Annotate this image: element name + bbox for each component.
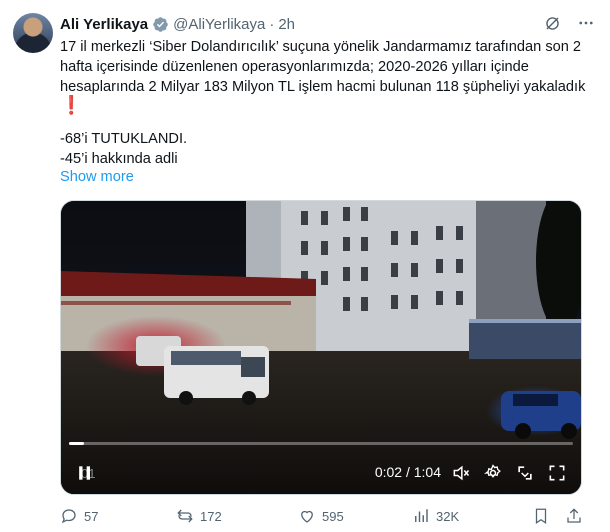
repost-button[interactable]: 172 [176, 505, 222, 527]
video-current-time: 0:02 [374, 464, 403, 480]
tweet-line: 17 il merkezli ‘Siber Dolandırıcılık’ su… [60, 39, 582, 55]
video-frame: 01 [61, 201, 581, 494]
settings-icon[interactable] [483, 463, 503, 483]
grok-icon[interactable] [542, 13, 562, 33]
video-duration: 1:04 [413, 464, 441, 480]
tweet-line: hafta içerisinde düzenlenen operasyonlar… [60, 59, 529, 75]
like-button[interactable]: 595 [298, 505, 344, 527]
expand-icon[interactable] [515, 463, 535, 483]
video-progress-fill [69, 442, 85, 445]
tweet-line: hesaplarında 2 Milyar 183 Milyon TL işle… [60, 79, 586, 95]
video-time-separator: / [405, 464, 410, 480]
video-time-readout: 0:02 / 1:04 [375, 464, 441, 480]
views-count: 32K [436, 508, 460, 524]
share-icon [567, 508, 581, 523]
video-progress-bar[interactable] [69, 442, 573, 445]
timestamp[interactable]: 2h [278, 16, 295, 33]
fullscreen-icon[interactable] [547, 463, 567, 483]
reply-icon [61, 509, 76, 524]
like-count: 595 [322, 508, 344, 524]
show-more-link[interactable]: Show more [60, 169, 134, 185]
share-button[interactable] [565, 505, 583, 527]
reply-button[interactable]: 57 [60, 505, 98, 527]
bookmark-button[interactable] [532, 505, 550, 527]
video-controls: 0:02 / 1:04 [61, 452, 581, 494]
tweet-line: -68’i TUTUKLANDI. [60, 131, 188, 147]
tweet-action-bar: 57 172 595 32K [60, 505, 590, 527]
repost-count: 172 [200, 508, 222, 524]
bookmark-icon [535, 508, 547, 524]
tweet-line: -45’i hakkında adli [60, 151, 178, 167]
exclamation-emoji: ❗ [60, 95, 83, 115]
video-control-icons [451, 463, 567, 483]
video-player[interactable]: 01 0:02 / 1:04 [60, 200, 582, 495]
play-pause-icon[interactable] [75, 463, 95, 483]
views-icon [415, 509, 428, 522]
separator-dot: · [269, 15, 275, 33]
author-handle[interactable]: @AliYerlikaya [173, 16, 265, 33]
more-icon[interactable] [576, 13, 596, 33]
avatar[interactable] [13, 13, 53, 53]
tweet-text: 17 il merkezli ‘Siber Dolandırıcılık’ su… [60, 37, 590, 169]
tweet-top-actions [542, 13, 596, 33]
like-icon [301, 510, 313, 523]
verified-icon [152, 16, 169, 33]
tweet-header: Ali Yerlikaya @AliYerlikaya · 2h [60, 14, 295, 34]
author-name[interactable]: Ali Yerlikaya [60, 16, 148, 33]
repost-icon [177, 509, 193, 523]
reply-count: 57 [84, 508, 99, 524]
views-button[interactable]: 32K [412, 505, 459, 527]
mute-icon[interactable] [451, 463, 471, 483]
